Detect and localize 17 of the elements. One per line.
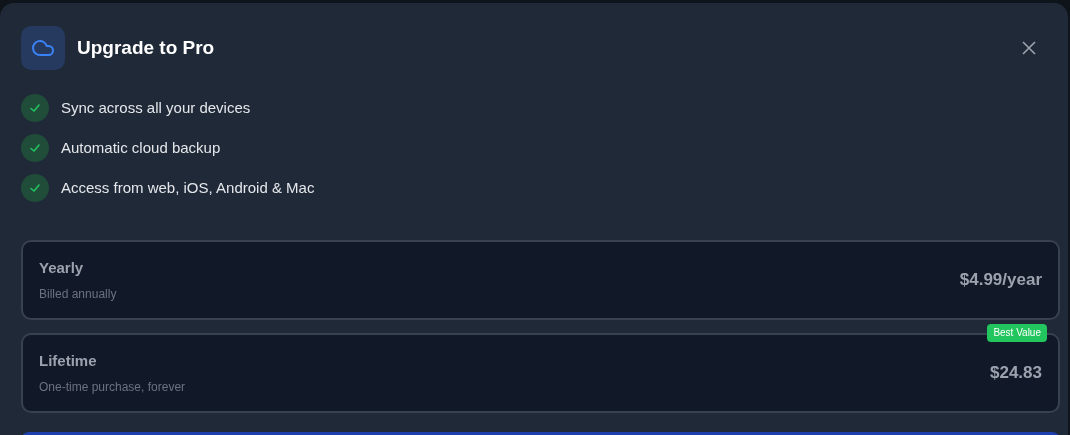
check-icon: [21, 134, 49, 162]
feature-text: Sync across all your devices: [61, 97, 251, 118]
plan-name: Lifetime: [39, 351, 98, 372]
check-icon: [21, 94, 49, 122]
feature-text: Automatic cloud backup: [61, 137, 221, 158]
plan-description: Billed annually: [39, 285, 117, 303]
plan-description: One-time purchase, forever: [39, 378, 186, 396]
cloud-icon: [21, 26, 65, 70]
plan-price: $4.99/year: [959, 269, 1042, 292]
check-icon: [21, 174, 49, 202]
plan-name: Yearly: [39, 258, 85, 279]
best-value-badge: Best Value: [987, 324, 1047, 342]
plan-card[interactable]: Yearly Billed annually $4.99/year: [21, 240, 1060, 320]
close-icon: [1022, 41, 1036, 55]
plan-price: $24.83: [990, 362, 1042, 385]
feature-text: Access from web, iOS, Android & Mac: [61, 177, 315, 198]
dialog-title: Upgrade to Pro: [77, 35, 215, 60]
